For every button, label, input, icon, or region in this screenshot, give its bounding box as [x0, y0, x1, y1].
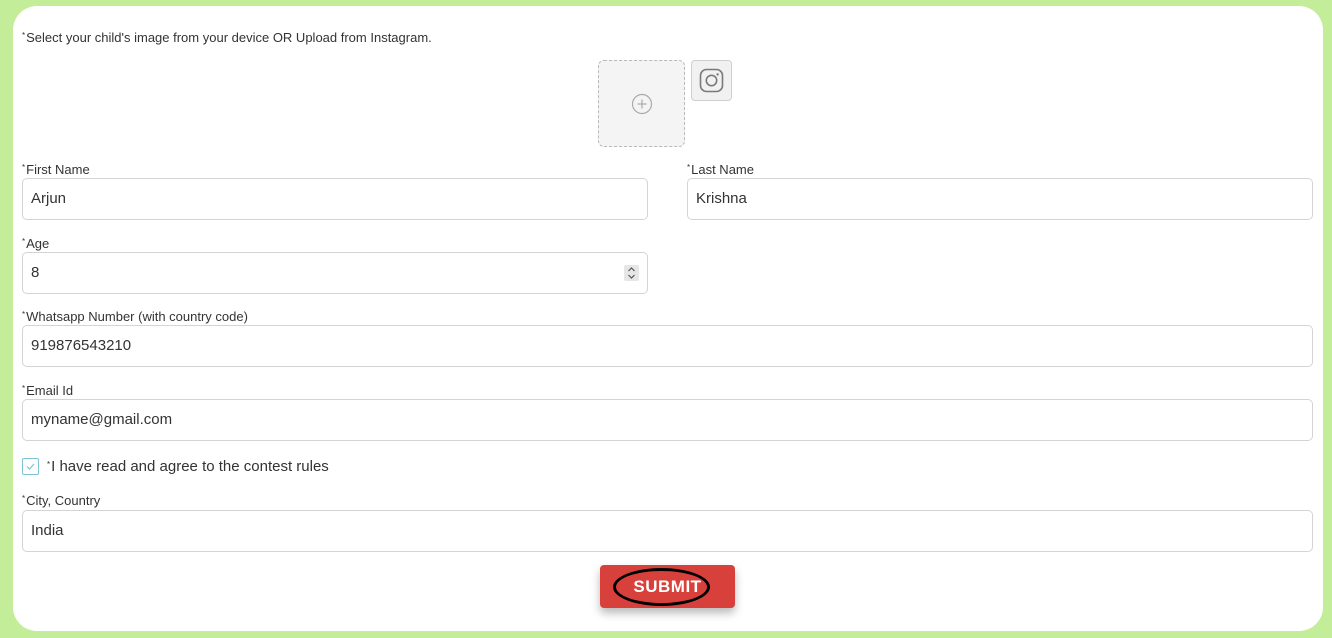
agree-label[interactable]: *I have read and agree to the contest ru…: [47, 458, 329, 475]
instagram-icon: [699, 68, 724, 93]
agree-checkbox[interactable]: [22, 458, 39, 475]
first-name-label: *First Name: [22, 162, 90, 177]
stepper-arrows-icon: [628, 267, 635, 279]
upload-instruction: *Select your child's image from your dev…: [22, 30, 432, 45]
plus-circle-icon: [631, 93, 653, 115]
instagram-upload-button[interactable]: [691, 60, 732, 101]
submit-button[interactable]: SUBMIT: [600, 565, 735, 608]
email-input[interactable]: myname@gmail.com: [22, 399, 1313, 441]
image-upload-box[interactable]: [598, 60, 685, 147]
last-name-label: *Last Name: [687, 162, 754, 177]
annotation-ring: [613, 568, 710, 606]
email-label: *Email Id: [22, 383, 74, 398]
age-label: *Age: [22, 236, 50, 251]
check-icon: [26, 463, 35, 470]
city-country-label: *City, Country: [22, 493, 101, 508]
form-card: *Select your child's image from your dev…: [13, 6, 1323, 631]
whatsapp-label: *Whatsapp Number (with country code): [22, 309, 248, 324]
whatsapp-input[interactable]: 919876543210: [22, 325, 1313, 367]
last-name-input[interactable]: Krishna: [687, 178, 1313, 220]
age-input[interactable]: 8: [22, 252, 648, 294]
first-name-input[interactable]: Arjun: [22, 178, 648, 220]
city-country-input[interactable]: India: [22, 510, 1313, 552]
age-stepper[interactable]: [624, 265, 639, 281]
